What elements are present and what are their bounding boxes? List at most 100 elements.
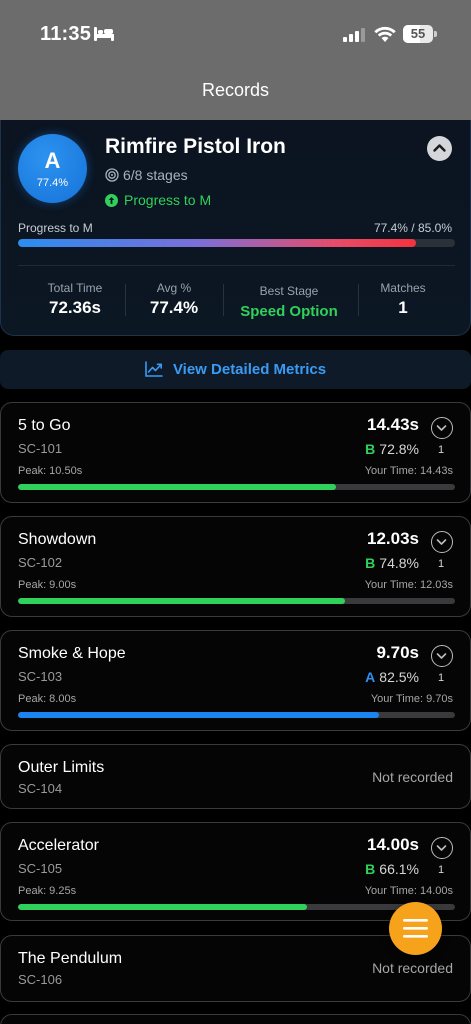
stage-progress-fill <box>18 712 379 718</box>
stage-code: SC-103 <box>18 669 63 684</box>
stage-progress-bar <box>18 712 455 718</box>
stage-card[interactable] <box>0 1014 471 1024</box>
status-time: 11:35 <box>40 23 92 45</box>
chevron-up-icon <box>433 144 446 152</box>
stat-value: 72.36s <box>49 298 101 317</box>
expand-button[interactable] <box>431 531 453 553</box>
grade-letter: B <box>365 861 376 877</box>
stage-name: Accelerator <box>18 837 99 854</box>
stage-card[interactable]: Smoke & Hope SC-103 9.70s A 82.5% 1 Peak:… <box>0 630 471 731</box>
your-time: Your Time: 14.43s <box>364 465 453 477</box>
grade-percent: 77.4% <box>36 177 69 189</box>
chevron-down-icon <box>436 425 447 431</box>
chevron-down-icon <box>436 845 447 851</box>
stage-progress-fill <box>18 484 337 490</box>
stage-progress-fill <box>18 598 345 604</box>
expand-button[interactable] <box>431 837 453 859</box>
grade-badge: A 77.4% <box>18 134 87 203</box>
status-bar: 11:35 55 <box>0 0 471 70</box>
progress-value: 77.4% / 85.0% <box>373 221 452 235</box>
expand-button[interactable] <box>431 417 453 439</box>
stage-progress-bar <box>18 598 455 604</box>
run-count: 1 <box>438 864 445 876</box>
stage-progress-fill <box>18 904 307 910</box>
collapse-button[interactable] <box>427 136 452 161</box>
expand-button[interactable] <box>431 645 453 667</box>
stage-card[interactable]: 5 to Go SC-101 14.43s B 72.8% 1 Peak: 10.… <box>0 402 471 503</box>
not-recorded-label: Not recorded <box>372 769 453 785</box>
wifi-icon <box>374 26 396 42</box>
stage-name: Showdown <box>18 531 97 548</box>
divider <box>358 284 359 316</box>
grade-letter: A <box>44 148 61 173</box>
target-icon <box>105 168 119 182</box>
stage-time: 14.43s <box>367 415 419 434</box>
progress-bar-fill <box>18 239 416 247</box>
stat-label: Best Stage <box>259 284 319 298</box>
cellular-signal-icon <box>343 28 365 42</box>
stage-percent: 82.5% <box>379 669 419 685</box>
stage-card[interactable]: Showdown SC-102 12.03s B 74.8% 1 Peak: 9.… <box>0 516 471 617</box>
stat-value: Speed Option <box>240 303 338 320</box>
stage-code: SC-102 <box>18 555 63 570</box>
stat-avg-percent: Avg % 77.4% <box>139 281 209 318</box>
stage-percent: 72.8% <box>379 441 419 457</box>
progress-bar <box>18 239 455 247</box>
divider <box>125 284 126 316</box>
stages-text: 6/8 stages <box>123 167 188 183</box>
grade-letter: B <box>365 441 376 457</box>
peak-time: Peak: 9.25s <box>18 885 77 897</box>
run-count: 1 <box>438 444 445 456</box>
stage-name: Smoke & Hope <box>18 645 126 662</box>
class-title: Rimfire Pistol Iron <box>105 135 286 158</box>
grade-letter: B <box>365 555 376 571</box>
chevron-down-icon <box>436 653 447 659</box>
run-count: 1 <box>438 672 445 684</box>
header: 11:35 55 Records <box>0 0 471 125</box>
menu-fab-button[interactable] <box>389 902 442 955</box>
your-time: Your Time: 14.00s <box>364 885 453 897</box>
progress-label: Progress to M <box>18 221 93 235</box>
class-summary-card: A 77.4% Rimfire Pistol Iron 6/8 stages P… <box>0 120 471 336</box>
stage-percent: 74.8% <box>379 555 419 571</box>
view-detailed-metrics-label: View Detailed Metrics <box>172 361 327 378</box>
peak-time: Peak: 10.50s <box>18 465 83 477</box>
stages-count: 6/8 stages <box>105 167 188 183</box>
stat-label: Avg % <box>156 281 192 295</box>
stage-grade: A 82.5% <box>365 669 419 685</box>
your-time: Your Time: 12.03s <box>364 579 453 591</box>
bed-icon <box>94 27 114 41</box>
divider <box>223 284 224 316</box>
stage-name: The Pendulum <box>18 950 123 967</box>
stat-label: Total Time <box>47 281 103 295</box>
progress-to-text: Progress to M <box>124 192 212 208</box>
chart-line-icon <box>145 361 163 377</box>
menu-icon <box>403 919 428 938</box>
stage-code: SC-101 <box>18 441 63 456</box>
battery-indicator: 55 <box>403 25 437 43</box>
stage-code: SC-105 <box>18 861 63 876</box>
stage-time: 12.03s <box>367 529 419 548</box>
stage-grade: B 74.8% <box>365 555 419 571</box>
grade-letter: A <box>365 669 376 685</box>
stage-progress-bar <box>18 904 455 910</box>
stage-name: Outer Limits <box>18 759 105 776</box>
page-title: Records <box>201 80 270 100</box>
stage-percent: 66.1% <box>379 861 419 877</box>
stat-label: Matches <box>380 281 426 295</box>
not-recorded-label: Not recorded <box>372 960 453 976</box>
divider <box>18 265 455 266</box>
stage-card[interactable]: Outer Limits SC-104 Not recorded <box>0 744 471 809</box>
view-detailed-metrics-button[interactable]: View Detailed Metrics <box>0 350 471 389</box>
stage-name: 5 to Go <box>18 417 71 434</box>
stage-code: SC-106 <box>18 972 63 987</box>
stage-code: SC-104 <box>18 781 63 796</box>
chevron-down-icon <box>436 539 447 545</box>
battery-level: 55 <box>410 26 426 41</box>
stat-value: 77.4% <box>149 298 199 317</box>
stat-best-stage: Best Stage Speed Option <box>233 284 345 320</box>
peak-time: Peak: 9.00s <box>18 579 77 591</box>
stat-value: 1 <box>398 298 408 317</box>
stage-grade: B 72.8% <box>365 441 419 457</box>
stage-time: 9.70s <box>376 643 419 662</box>
